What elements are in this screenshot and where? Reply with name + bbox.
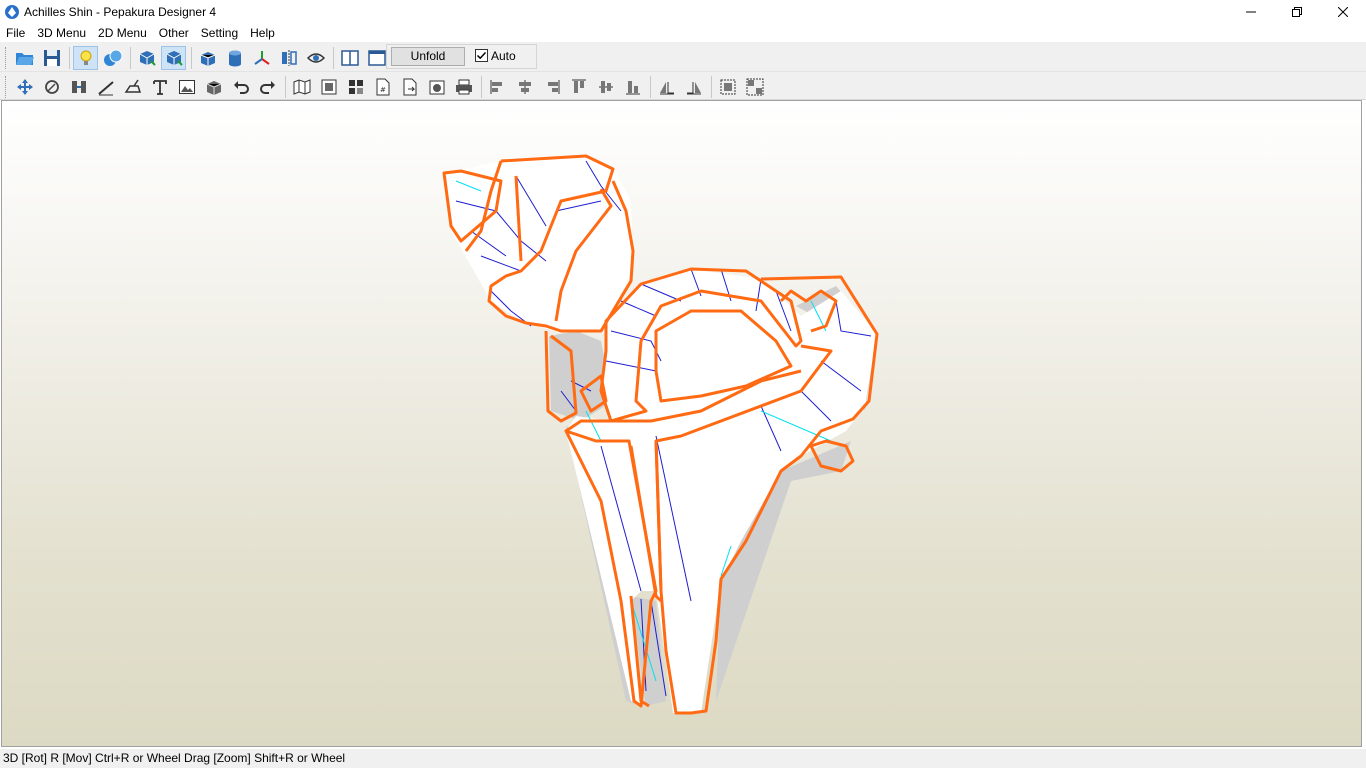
cylinder-icon[interactable] <box>222 46 247 70</box>
part-icon[interactable] <box>201 75 226 99</box>
ungroup-icon[interactable] <box>742 75 767 99</box>
view-front-icon[interactable] <box>134 46 159 70</box>
unfold-button[interactable]: Unfold <box>391 47 465 66</box>
edit-toolbar: # <box>0 72 1366 100</box>
undo-icon[interactable] <box>228 75 253 99</box>
mirror-icon[interactable] <box>276 46 301 70</box>
view-select-icon[interactable] <box>161 45 186 70</box>
print-icon[interactable] <box>451 75 476 99</box>
menu-other[interactable]: Other <box>153 23 195 43</box>
group-icon[interactable] <box>715 75 740 99</box>
flap-icon[interactable] <box>120 75 145 99</box>
toolbar-grip[interactable] <box>5 46 8 69</box>
align-top-icon[interactable] <box>566 75 591 99</box>
text-tool-icon[interactable] <box>147 75 172 99</box>
auto-label: Auto <box>491 49 516 63</box>
map-icon[interactable] <box>289 75 314 99</box>
flip-h-icon[interactable] <box>654 75 679 99</box>
fold-line-icon[interactable] <box>93 75 118 99</box>
minimize-icon[interactable] <box>1228 0 1274 23</box>
rotate-tool-icon[interactable] <box>39 75 64 99</box>
close-icon[interactable] <box>1320 0 1366 23</box>
menu-3d[interactable]: 3D Menu <box>31 23 92 43</box>
redo-icon[interactable] <box>255 75 280 99</box>
eye-icon[interactable] <box>303 46 328 70</box>
status-bar: 3D [Rot] R [Mov] Ctrl+R or Wheel Drag [Z… <box>0 749 1366 768</box>
3d-model[interactable] <box>2 101 1362 747</box>
arrange-icon[interactable] <box>316 75 341 99</box>
align-bottom-icon[interactable] <box>620 75 645 99</box>
3d-viewport[interactable] <box>1 100 1362 747</box>
move-tool-icon[interactable] <box>12 75 37 99</box>
svg-text:#: # <box>380 86 386 94</box>
window-controls <box>1228 0 1366 23</box>
title-bar: Achilles Shin - Pepakura Designer 4 <box>0 0 1366 23</box>
box-icon[interactable] <box>195 46 220 70</box>
grid-icon[interactable] <box>343 75 368 99</box>
camera-icon[interactable] <box>424 75 449 99</box>
flip-v-icon[interactable] <box>681 75 706 99</box>
light-icon[interactable] <box>73 45 98 70</box>
toolbar2-grip[interactable] <box>5 75 8 98</box>
menu-file[interactable]: File <box>0 23 31 43</box>
menu-bar: File 3D Menu 2D Menu Other Setting Help <box>0 23 1366 43</box>
save-icon[interactable] <box>39 46 64 70</box>
restore-icon[interactable] <box>1274 0 1320 23</box>
menu-2d[interactable]: 2D Menu <box>92 23 153 43</box>
window-title: Achilles Shin - Pepakura Designer 4 <box>24 4 217 19</box>
menu-setting[interactable]: Setting <box>195 23 244 43</box>
texture-icon[interactable] <box>100 46 125 70</box>
axis-icon[interactable] <box>249 46 274 70</box>
join-tool-icon[interactable] <box>66 75 91 99</box>
menu-help[interactable]: Help <box>244 23 281 43</box>
align-left-icon[interactable] <box>485 75 510 99</box>
align-right-icon[interactable] <box>539 75 564 99</box>
open-icon[interactable] <box>12 46 37 70</box>
align-middle-icon[interactable] <box>593 75 618 99</box>
layout-split-icon[interactable] <box>337 46 362 70</box>
export-icon[interactable] <box>397 75 422 99</box>
pepakura-logo-icon <box>5 4 19 19</box>
page-number-icon[interactable]: # <box>370 75 395 99</box>
main-toolbar <box>0 43 1366 72</box>
image-tool-icon[interactable] <box>174 75 199 99</box>
auto-checkbox[interactable] <box>475 49 488 62</box>
align-center-icon[interactable] <box>512 75 537 99</box>
